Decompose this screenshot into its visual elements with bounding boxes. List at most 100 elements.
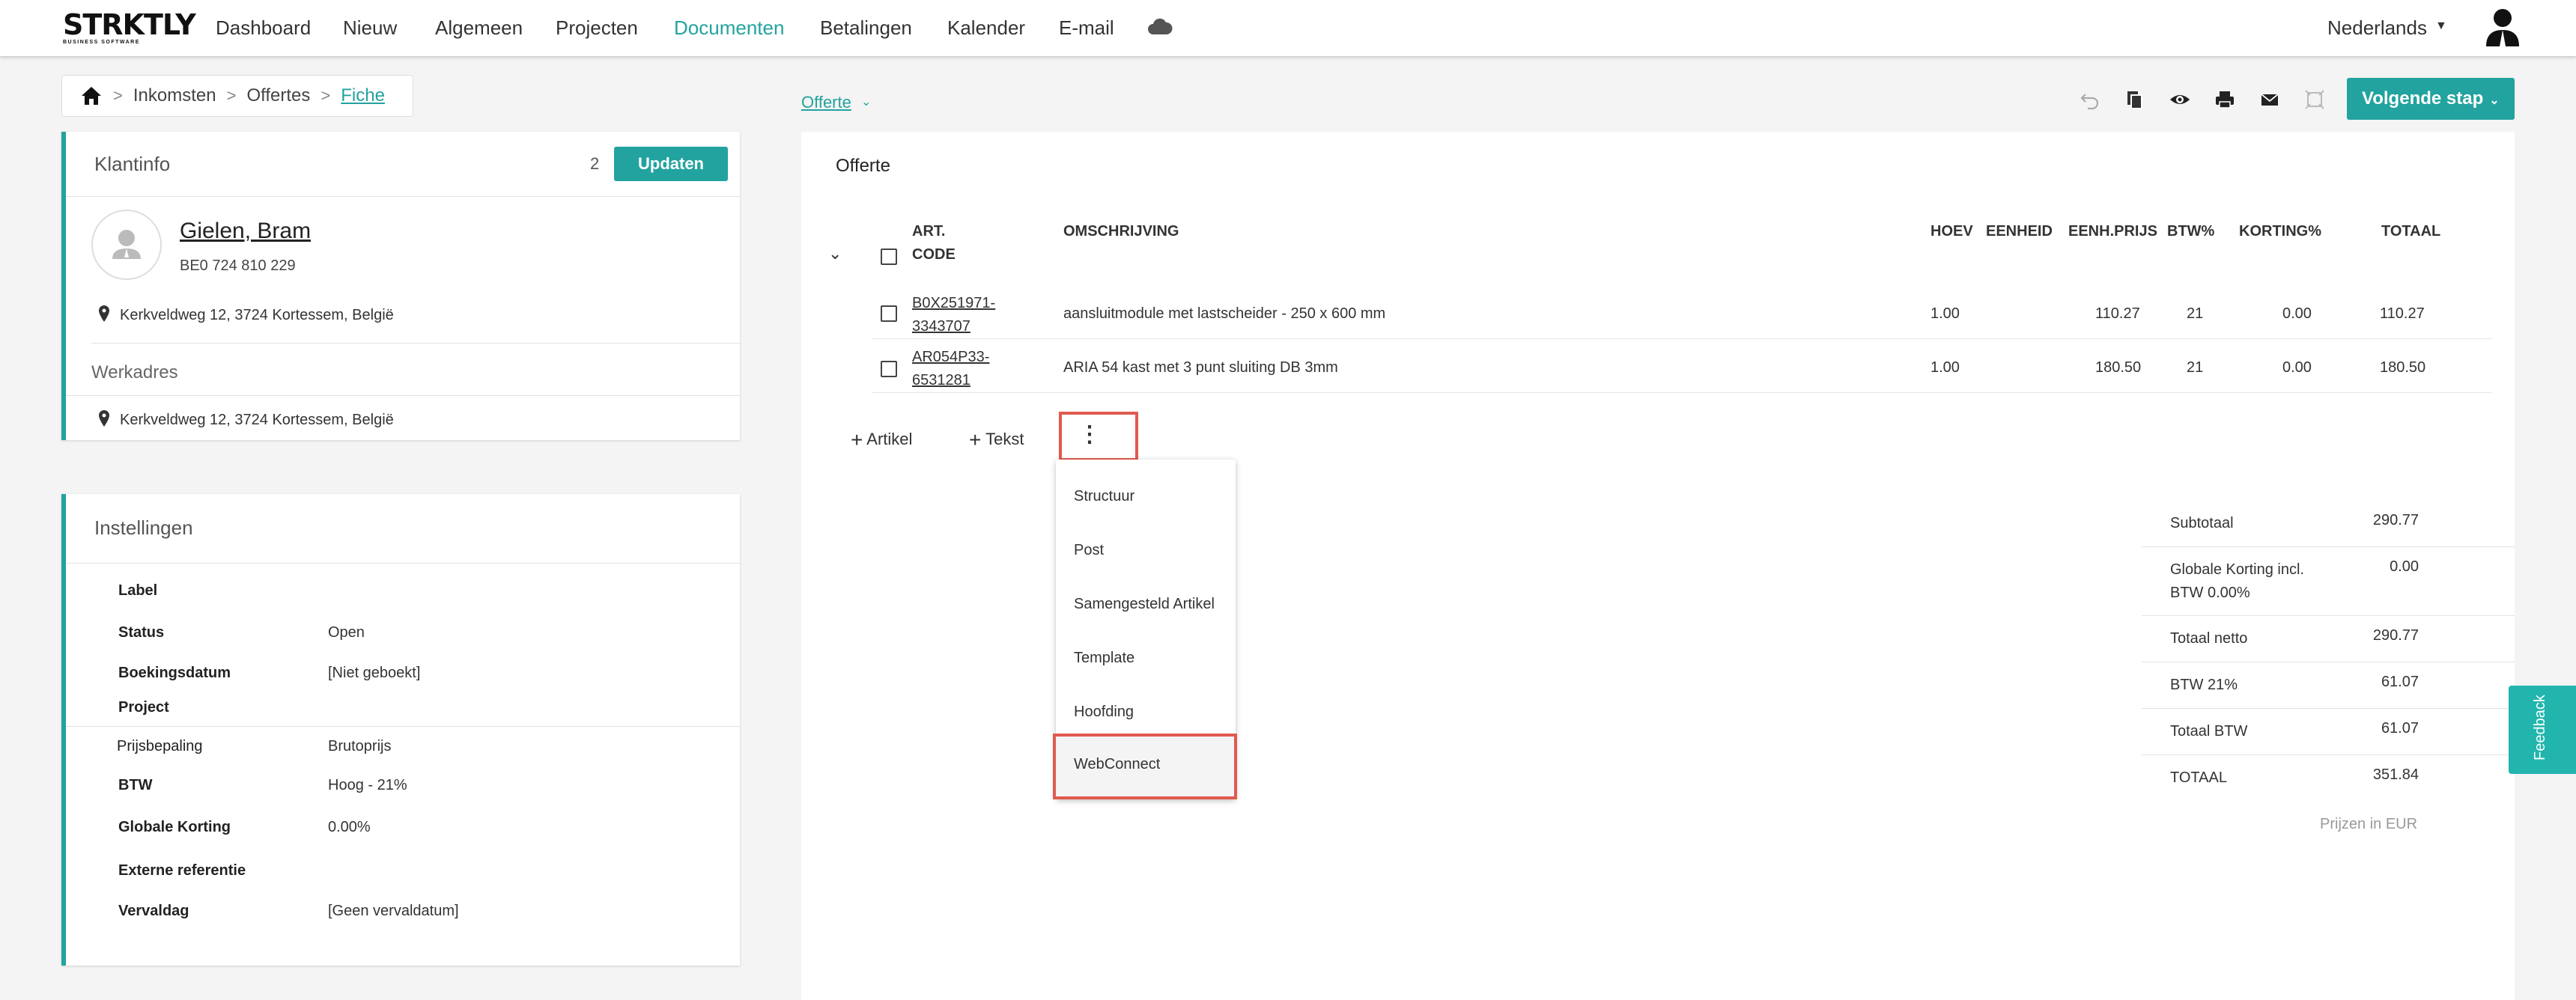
- row-checkbox[interactable]: [881, 305, 897, 322]
- btw-value[interactable]: Hoog - 21%: [328, 777, 407, 794]
- article-code-line1: B0X251971-: [912, 295, 996, 311]
- discount-label-line1: Globale Korting incl.: [2170, 561, 2304, 578]
- fullscreen-icon[interactable]: [2303, 88, 2326, 111]
- boekingsdatum-value[interactable]: [Niet geboekt]: [328, 665, 420, 682]
- nav-algemeen[interactable]: Algemeen: [435, 15, 523, 40]
- chevron-down-icon[interactable]: ⌄: [861, 94, 871, 109]
- discount-value: 0.00: [2390, 558, 2419, 575]
- feedback-tab[interactable]: Feedback: [2509, 686, 2576, 774]
- subtotal-label: Subtotaal: [2170, 515, 2234, 531]
- menu-item-webconnect[interactable]: WebConnect: [1053, 734, 1237, 799]
- location-pin-icon: [99, 305, 109, 322]
- row-description[interactable]: aansluitmodule met lastscheider - 250 x …: [1063, 305, 1385, 323]
- next-step-label: Volgende stap: [2362, 88, 2484, 109]
- header-art-code: ART. CODE: [912, 220, 956, 266]
- article-code-link[interactable]: B0X251971- 3343707: [912, 292, 995, 338]
- nav-dashboard[interactable]: Dashboard: [216, 15, 311, 40]
- home-icon[interactable]: [80, 85, 103, 106]
- nav-projecten[interactable]: Projecten: [556, 15, 638, 40]
- more-options-button[interactable]: ⋮: [1059, 412, 1138, 461]
- print-icon[interactable]: [2214, 88, 2236, 111]
- klantinfo-card: Klantinfo 2 Updaten Gielen, Bram BE0 724…: [61, 132, 740, 440]
- nav-documenten[interactable]: Documenten: [674, 15, 784, 40]
- more-vertical-icon: ⋮: [1078, 422, 1101, 447]
- nav-betalingen[interactable]: Betalingen: [820, 15, 912, 40]
- mail-icon[interactable]: [2258, 88, 2281, 111]
- row-qty[interactable]: 1.00: [1931, 305, 1960, 323]
- update-button[interactable]: Updaten: [614, 147, 728, 181]
- row-vat[interactable]: 21: [2187, 359, 2203, 376]
- werkadres-address: Kerkveldweg 12, 3724 Kortessem, België: [120, 412, 394, 428]
- collapse-chevron-icon[interactable]: ⌄: [828, 244, 842, 263]
- menu-item-samengesteld-artikel[interactable]: Samengesteld Artikel: [1074, 596, 1215, 613]
- document-type-selector[interactable]: Offerte: [801, 93, 851, 112]
- globale-korting-value[interactable]: 0.00%: [328, 819, 371, 836]
- row-discount[interactable]: 0.00: [2282, 305, 2312, 323]
- prijsbepaling-value[interactable]: Brutoprijs: [328, 738, 391, 755]
- article-code-link[interactable]: AR054P33- 6531281: [912, 346, 989, 392]
- instellingen-title: Instellingen: [94, 516, 193, 539]
- language-selector[interactable]: Nederlands: [2327, 15, 2427, 40]
- copy-icon[interactable]: [2124, 88, 2146, 111]
- divider: [2142, 546, 2515, 547]
- breadcrumb-inkomsten[interactable]: Inkomsten: [133, 85, 216, 106]
- header-art-line2: CODE: [912, 246, 956, 263]
- row-discount[interactable]: 0.00: [2282, 359, 2312, 376]
- nav-kalender[interactable]: Kalender: [947, 15, 1025, 40]
- article-code-line2: 3343707: [912, 318, 970, 335]
- row-checkbox[interactable]: [881, 361, 897, 377]
- add-text-button[interactable]: + Tekst: [969, 428, 1024, 452]
- strktly-logo[interactable]: STRKTLY BUSINESS SOFTWARE: [63, 10, 196, 46]
- article-code-line2: 6531281: [912, 372, 970, 388]
- divider: [66, 395, 740, 396]
- divider: [2142, 708, 2515, 709]
- instellingen-card: Instellingen Label Status Open Boekingsd…: [61, 494, 740, 966]
- row-total: 180.50: [2380, 359, 2426, 376]
- chevron-down-icon[interactable]: ▼: [2435, 19, 2447, 33]
- row-description[interactable]: ARIA 54 kast met 3 punt sluiting DB 3mm: [1063, 359, 1338, 376]
- setting-label: Project: [118, 699, 169, 716]
- vat-total-value: 61.07: [2381, 720, 2419, 737]
- undo-icon[interactable]: [2079, 88, 2101, 111]
- vervaldag-value[interactable]: [Geen vervaldatum]: [328, 903, 459, 920]
- breadcrumb-offertes[interactable]: Offertes: [246, 85, 310, 106]
- header-omschrijving: OMSCHRIJVING: [1063, 223, 1179, 240]
- status-value[interactable]: Open: [328, 624, 365, 641]
- header-btw: BTW%: [2167, 223, 2215, 240]
- row-price[interactable]: 180.50: [2095, 359, 2141, 376]
- location-pin-icon: [99, 410, 109, 427]
- nav-email[interactable]: E-mail: [1059, 15, 1114, 40]
- setting-label: Prijsbepaling: [117, 738, 203, 754]
- add-article-button[interactable]: + Artikel: [851, 428, 912, 452]
- row-divider: [872, 392, 2492, 393]
- vat21-value: 61.07: [2381, 674, 2419, 690]
- add-text-label: Tekst: [985, 430, 1024, 448]
- user-avatar-icon[interactable]: [2485, 7, 2521, 46]
- breadcrumb: > Inkomsten > Offertes > Fiche: [61, 75, 413, 117]
- divider: [66, 196, 740, 197]
- menu-item-structuur[interactable]: Structuur: [1074, 488, 1134, 505]
- cloud-icon[interactable]: [1147, 16, 1173, 36]
- menu-item-hoofding[interactable]: Hoofding: [1074, 704, 1134, 721]
- breadcrumb-separator: >: [113, 86, 123, 105]
- offerte-title: Offerte: [836, 156, 890, 176]
- werkadres-title: Werkadres: [91, 362, 178, 382]
- menu-item-webconnect-label: WebConnect: [1074, 756, 1161, 772]
- nav-nieuw[interactable]: Nieuw: [343, 15, 397, 40]
- row-price[interactable]: 110.27: [2095, 305, 2140, 323]
- vat-total-label: Totaal BTW: [2170, 723, 2248, 740]
- select-all-checkbox[interactable]: [881, 249, 897, 265]
- menu-item-post[interactable]: Post: [1074, 542, 1104, 559]
- row-divider: [872, 338, 2492, 339]
- next-step-button[interactable]: Volgende stap ⌄: [2347, 78, 2515, 120]
- subtotal-value: 290.77: [2372, 512, 2419, 528]
- customer-name-link[interactable]: Gielen, Bram: [180, 219, 311, 244]
- menu-item-template[interactable]: Template: [1074, 650, 1134, 667]
- vat21-label: BTW 21%: [2170, 677, 2238, 693]
- row-vat[interactable]: 21: [2187, 305, 2203, 323]
- eye-icon[interactable]: [2169, 88, 2191, 111]
- row-qty[interactable]: 1.00: [1931, 359, 1960, 376]
- currency-note: Prijzen in EUR: [2320, 816, 2418, 832]
- customer-address: Kerkveldweg 12, 3724 Kortessem, België: [120, 307, 394, 323]
- breadcrumb-fiche[interactable]: Fiche: [341, 85, 385, 106]
